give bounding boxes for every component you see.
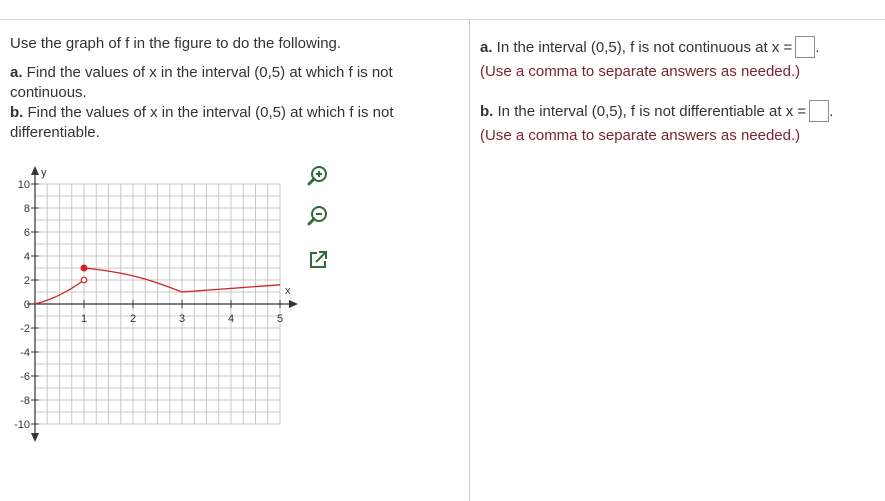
answer-b-text: In the interval (0,5), f is not differen…	[493, 103, 807, 120]
answer-a-line: a. In the interval (0,5), f is not conti…	[480, 36, 880, 58]
y-tick-label: 10	[18, 179, 30, 191]
part-b-text: Find the values of x in the interval (0,…	[10, 104, 394, 141]
y-tick-label: -2	[20, 323, 30, 335]
part-a-label: a.	[10, 64, 23, 81]
answer-a-input[interactable]	[795, 36, 816, 58]
open-endpoint	[80, 276, 88, 284]
top-rule	[0, 19, 885, 20]
y-tick-label: -4	[20, 347, 30, 359]
part-b-label: b.	[10, 104, 24, 121]
zoom-in-icon[interactable]	[307, 164, 329, 186]
y-tick-label: 4	[24, 251, 30, 263]
x-tick-label: 4	[228, 313, 234, 325]
x-tick-label: 3	[179, 313, 185, 325]
y-axis-label: y	[41, 167, 47, 179]
question-intro: Use the graph of f in the figure to do t…	[10, 35, 342, 52]
open-new-window-icon[interactable]	[308, 250, 328, 270]
y-tick-label: 6	[24, 227, 30, 239]
part-a-text: Find the values of x in the interval (0,…	[10, 64, 393, 101]
answer-b-label: b.	[480, 103, 494, 120]
question-instructions: Use the graph of f in the figure to do t…	[10, 34, 460, 143]
answer-b-block: b. In the interval (0,5), f is not diffe…	[480, 100, 880, 146]
answer-a-label: a.	[480, 39, 493, 56]
graph-axes: x y	[27, 166, 298, 442]
answer-b-input[interactable]	[809, 100, 830, 122]
x-axis-label: x	[285, 285, 291, 297]
answer-b-hint: (Use a comma to separate answers as need…	[480, 127, 801, 144]
y-axis-arrow-up	[31, 166, 39, 175]
answer-a-period: .	[815, 39, 820, 56]
y-tick-label: -10	[14, 419, 30, 431]
answer-b-period: .	[829, 103, 834, 120]
y-tick-label: 8	[24, 203, 30, 215]
x-tick-label: 1	[81, 313, 87, 325]
part-a-instruction: a. Find the values of x in the interval …	[10, 63, 460, 103]
answer-a-hint: (Use a comma to separate answers as need…	[480, 63, 801, 80]
x-tick-label: 2	[130, 313, 136, 325]
x-tick-label: 5	[277, 313, 283, 325]
answer-a-text: In the interval (0,5), f is not continuo…	[492, 39, 793, 56]
y-axis-arrow-down	[31, 433, 39, 442]
part-b-instruction: b. Find the values of x in the interval …	[10, 103, 460, 143]
y-tick-label: -8	[20, 395, 30, 407]
y-tick-label: 2	[24, 275, 30, 287]
zoom-out-icon[interactable]	[307, 204, 329, 226]
x-axis-arrow	[289, 300, 298, 308]
function-graph: x y 1 2 3 4 5 10 8 6 4 2 0 -2 -4 -6 -8 -10	[14, 166, 298, 442]
y-tick-label: -6	[20, 371, 30, 383]
answer-b-line: b. In the interval (0,5), f is not diffe…	[480, 100, 880, 122]
closed-endpoint	[80, 264, 88, 272]
answer-a-block: a. In the interval (0,5), f is not conti…	[480, 36, 880, 82]
column-divider	[469, 19, 470, 501]
y-tick-label: 0	[24, 299, 30, 311]
